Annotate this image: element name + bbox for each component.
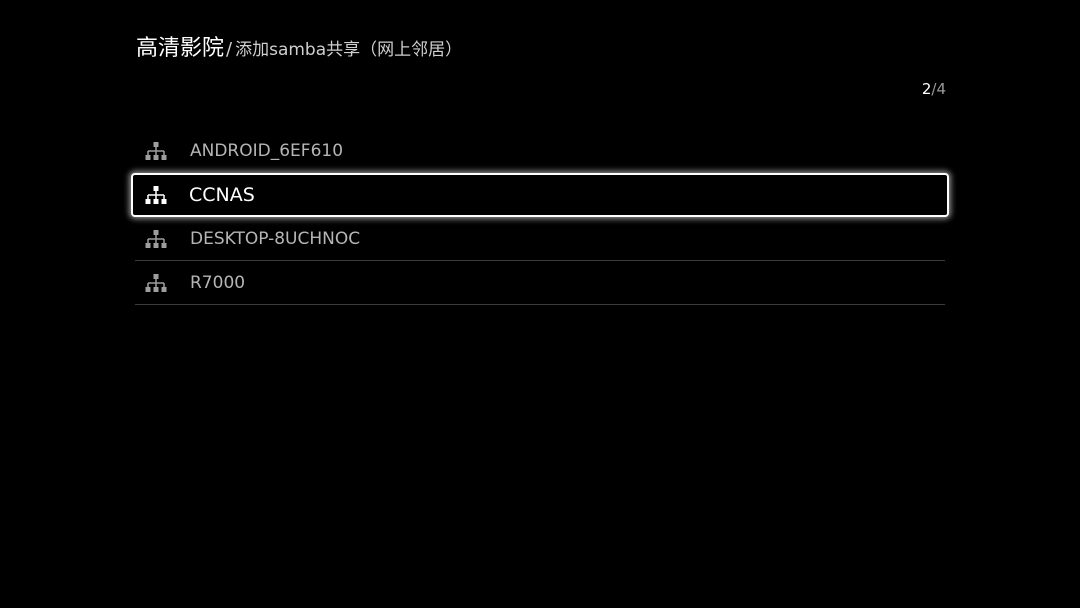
- breadcrumb: 高清影院 / 添加samba共享（网上邻居）: [136, 30, 462, 62]
- app-title: 高清影院: [136, 36, 225, 61]
- network-tree-icon: [145, 228, 167, 250]
- device-name: R7000: [190, 272, 246, 293]
- samba-share-screen: 高清影院 / 添加samba共享（网上邻居） 2/4 ANDROID_6EF61…: [0, 0, 1080, 608]
- page-indicator-current: 2: [921, 80, 932, 98]
- device-name: DESKTOP-8UCHNOC: [190, 228, 361, 249]
- network-tree-icon: [145, 272, 167, 294]
- device-item-android-6ef610[interactable]: ANDROID_6EF610: [135, 129, 945, 173]
- page-indicator-total: 4: [936, 80, 946, 98]
- device-item-desktop-8uchnoc[interactable]: DESKTOP-8UCHNOC: [135, 217, 945, 261]
- device-item-r7000[interactable]: R7000: [135, 261, 945, 305]
- breadcrumb-separator: /: [226, 39, 233, 60]
- device-item-ccnas[interactable]: CCNAS: [131, 173, 949, 217]
- device-name: ANDROID_6EF610: [190, 141, 344, 161]
- device-name: CCNAS: [189, 184, 255, 206]
- page-title: 添加samba共享（网上邻居）: [235, 40, 463, 60]
- device-list: ANDROID_6EF610 CCNAS DESKTOP-8UCHNOC R70…: [131, 129, 949, 305]
- network-tree-icon: [145, 140, 167, 162]
- page-indicator: 2/4: [922, 80, 946, 98]
- network-tree-icon: [145, 184, 167, 206]
